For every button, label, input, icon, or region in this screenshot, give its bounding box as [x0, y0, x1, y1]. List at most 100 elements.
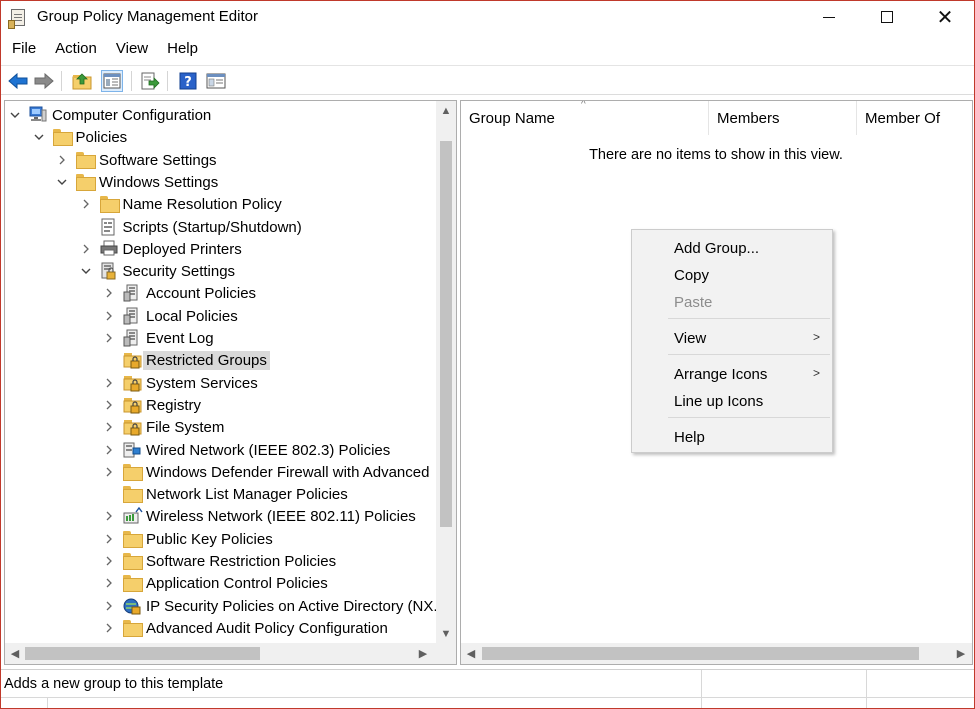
tree-item[interactable]: File System [5, 416, 435, 438]
menu-view[interactable]: View [105, 37, 156, 61]
menu-item-help[interactable]: Help [632, 423, 832, 449]
menu-help[interactable]: Help [156, 37, 206, 61]
chevron-down-icon[interactable] [33, 130, 45, 144]
tree-item[interactable]: Registry [5, 394, 435, 416]
tree-item-label[interactable]: Account Policies [143, 284, 259, 303]
chevron-right-icon[interactable] [103, 599, 115, 613]
scroll-left-arrow-icon[interactable]: ◀ [461, 643, 481, 664]
tree-item-label[interactable]: Event Log [143, 329, 217, 348]
tree-item-label[interactable]: Computer Configuration [49, 106, 214, 125]
menu-action[interactable]: Action [44, 37, 105, 61]
tree-item-label[interactable]: IP Security Policies on Active Directory… [143, 597, 441, 616]
tree-item-label[interactable]: Wired Network (IEEE 802.3) Policies [143, 441, 393, 460]
list-horizontal-scrollbar[interactable]: ◀ ▶ [461, 643, 972, 664]
tree-item-label[interactable]: Name Resolution Policy [120, 195, 285, 214]
tree-item[interactable]: Scripts (Startup/Shutdown) [5, 216, 435, 238]
tree-item-label[interactable]: Registry [143, 396, 204, 415]
chevron-right-icon[interactable] [103, 509, 115, 523]
scroll-left-arrow-icon[interactable]: ◀ [5, 643, 25, 664]
chevron-right-icon[interactable] [103, 621, 115, 635]
minimize-button[interactable] [800, 1, 858, 33]
tree-item[interactable]: Local Policies [5, 305, 435, 327]
tree-item-label[interactable]: Scripts (Startup/Shutdown) [120, 218, 305, 237]
menu-file[interactable]: File [1, 37, 44, 61]
tree-item-label[interactable]: Software Settings [96, 151, 220, 170]
tree-hscroll-thumb[interactable] [25, 647, 260, 660]
tree-item[interactable]: Policies [5, 126, 435, 148]
chevron-right-icon[interactable] [103, 309, 115, 323]
tree-item-label[interactable]: Deployed Printers [120, 240, 245, 259]
close-button[interactable]: ✕ [916, 1, 974, 33]
tree-item-label[interactable]: Restricted Groups [143, 351, 270, 371]
chevron-down-icon[interactable] [9, 108, 21, 122]
chevron-right-icon[interactable] [103, 554, 115, 568]
tree-item[interactable]: Windows Settings [5, 171, 435, 193]
tree-item[interactable]: Computer Configuration [5, 104, 435, 126]
chevron-right-icon[interactable] [103, 443, 115, 457]
chevron-right-icon[interactable] [103, 465, 115, 479]
tree-item-label[interactable]: Software Restriction Policies [143, 552, 339, 571]
tree-item[interactable]: System Services [5, 372, 435, 394]
tree-item[interactable]: Deployed Printers [5, 238, 435, 260]
maximize-button[interactable] [858, 1, 916, 33]
chevron-right-icon[interactable] [103, 420, 115, 434]
chevron-down-icon[interactable] [80, 264, 92, 278]
menu-item-copy[interactable]: Copy [632, 261, 832, 287]
tree-item[interactable]: Software Settings [5, 149, 435, 171]
chevron-right-icon[interactable] [103, 286, 115, 300]
export-list-button[interactable] [139, 70, 161, 92]
column-header-member-of[interactable]: Member Of [857, 101, 972, 135]
tree-horizontal-scrollbar[interactable]: ◀ ▶ [5, 643, 456, 664]
list-hscroll-thumb[interactable] [482, 647, 919, 660]
chevron-right-icon[interactable] [80, 242, 92, 256]
tree-item-label[interactable]: Local Policies [143, 307, 241, 326]
tree-item[interactable]: Network List Manager Policies [5, 483, 435, 505]
chevron-right-icon[interactable] [103, 576, 115, 590]
tree-item[interactable]: Public Key Policies [5, 528, 435, 550]
scroll-down-arrow-icon[interactable]: ▼ [436, 624, 456, 644]
show-hide-console-tree-button[interactable] [101, 70, 123, 92]
tree-item[interactable]: Wired Network (IEEE 802.3) Policies [5, 439, 435, 461]
help-button[interactable]: ? [177, 70, 199, 92]
tree-item[interactable]: Account Policies [5, 282, 435, 304]
tree-item[interactable]: Wireless Network (IEEE 802.11) Policies [5, 505, 435, 527]
column-header-members[interactable]: Members [709, 101, 857, 135]
menu-item-view[interactable]: View > [632, 324, 832, 350]
tree-item[interactable]: Software Restriction Policies [5, 550, 435, 572]
tree-item[interactable]: Application Control Policies [5, 572, 435, 594]
tree-item-label[interactable]: Windows Defender Firewall with Advanced [143, 463, 432, 482]
chevron-right-icon[interactable] [103, 331, 115, 345]
chevron-right-icon[interactable] [103, 376, 115, 390]
tree-item[interactable]: Event Log [5, 327, 435, 349]
scroll-up-arrow-icon[interactable]: ▲ [436, 101, 456, 121]
tree-scroll-thumb[interactable] [440, 141, 452, 527]
column-header-group-name[interactable]: ^ Group Name [461, 101, 709, 135]
tree-item-label[interactable]: Network List Manager Policies [143, 485, 351, 504]
chevron-right-icon[interactable] [103, 532, 115, 546]
forward-button[interactable] [33, 70, 55, 92]
tree-item-label[interactable]: Windows Settings [96, 173, 221, 192]
chevron-right-icon[interactable] [56, 153, 68, 167]
tree-item-label[interactable]: File System [143, 418, 227, 437]
tree-item[interactable]: Windows Defender Firewall with Advanced [5, 461, 435, 483]
tree-item[interactable]: IP Security Policies on Active Directory… [5, 595, 438, 617]
scroll-right-arrow-icon[interactable]: ▶ [413, 643, 433, 664]
scroll-right-arrow-icon[interactable]: ▶ [951, 643, 971, 664]
tree-item-label[interactable]: System Services [143, 374, 261, 393]
chevron-right-icon[interactable] [80, 197, 92, 211]
properties-button[interactable] [205, 70, 227, 92]
tree-item-label[interactable]: Wireless Network (IEEE 802.11) Policies [143, 507, 419, 526]
tree-item-label[interactable]: Security Settings [120, 262, 239, 281]
tree-item-label[interactable]: Policies [73, 128, 131, 147]
tree-item[interactable]: Restricted Groups [5, 349, 435, 371]
tree-vertical-scrollbar[interactable]: ▲ ▼ [436, 101, 456, 644]
tree-item[interactable]: Name Resolution Policy [5, 193, 435, 215]
tree-item[interactable]: Security Settings [5, 260, 435, 282]
tree-item-label[interactable]: Advanced Audit Policy Configuration [143, 619, 391, 638]
chevron-down-icon[interactable] [56, 175, 68, 189]
tree-item[interactable]: Advanced Audit Policy Configuration [5, 617, 435, 639]
tree-item-label[interactable]: Public Key Policies [143, 530, 276, 549]
chevron-right-icon[interactable] [103, 398, 115, 412]
menu-item-line-up-icons[interactable]: Line up Icons [632, 387, 832, 413]
back-button[interactable] [7, 70, 29, 92]
